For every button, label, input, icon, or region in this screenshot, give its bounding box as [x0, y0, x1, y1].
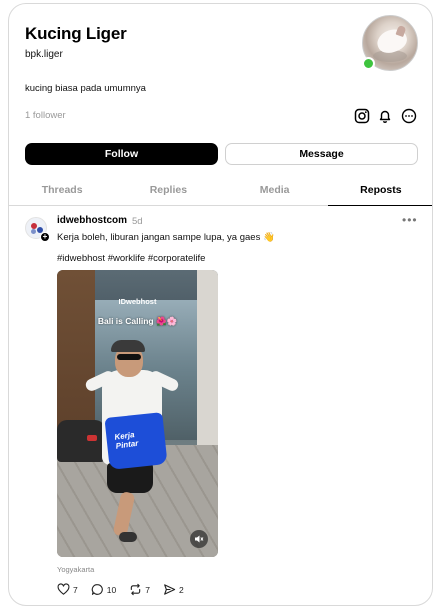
send-icon — [164, 584, 176, 595]
like-count: 7 — [73, 584, 78, 595]
message-button[interactable]: Message — [225, 143, 418, 165]
tab-threads[interactable]: Threads — [9, 174, 115, 205]
post-more-icon[interactable]: ••• — [402, 213, 418, 227]
more-circle-icon[interactable] — [401, 108, 417, 124]
instagram-icon[interactable] — [354, 108, 370, 124]
tab-reposts[interactable]: Reposts — [327, 174, 432, 206]
profile-card: Kucing Liger bpk.liger kucing biasa pada… — [8, 3, 433, 606]
comment-button[interactable]: 10 — [91, 583, 116, 596]
profile-name: Kucing Liger — [25, 24, 127, 43]
comment-count: 10 — [106, 584, 117, 595]
comment-icon — [91, 584, 103, 595]
mute-icon[interactable] — [190, 530, 208, 548]
post-author-name[interactable]: idwebhostcom — [57, 215, 127, 226]
post-text: Kerja boleh, liburan jangan sampe lupa, … — [57, 232, 275, 243]
post-location[interactable]: Yogyakarta — [57, 565, 94, 574]
profile-handle[interactable]: bpk.liger — [25, 49, 63, 60]
video-brand-overlay: IDwebhost — [118, 297, 157, 306]
online-status-dot — [362, 57, 375, 70]
profile-bio: kucing biasa pada umumnya — [25, 83, 146, 94]
share-count: 2 — [178, 584, 184, 595]
repost-icon — [130, 583, 141, 596]
post-actions: 7 10 7 2 — [57, 583, 197, 596]
repost-count: 7 — [145, 584, 150, 595]
follow-plus-icon[interactable]: + — [40, 232, 50, 242]
repost-button[interactable]: 7 — [129, 583, 150, 596]
post-video[interactable]: Kerja Pintar IDwebhost Bali is Calling 🌺… — [57, 270, 218, 557]
tab-replies[interactable]: Replies — [115, 174, 221, 205]
profile-avatar[interactable] — [362, 15, 418, 71]
heart-icon — [57, 583, 70, 595]
profile-tabs: Threads Replies Media Reposts — [9, 174, 432, 206]
followers-count[interactable]: 1 follower — [25, 110, 66, 121]
follow-button[interactable]: Follow — [25, 143, 218, 165]
post-hashtags[interactable]: #idwebhost #worklife #corporatelife — [57, 253, 205, 264]
video-caption-overlay: Bali is Calling 🌺🌸 — [97, 316, 178, 326]
bell-icon[interactable] — [377, 108, 393, 124]
share-button[interactable]: 2 — [163, 583, 184, 596]
like-button[interactable]: 7 — [57, 583, 78, 596]
post-author-avatar[interactable]: + — [25, 217, 50, 242]
post-timestamp: 5d — [132, 216, 143, 227]
tab-media[interactable]: Media — [222, 174, 328, 205]
